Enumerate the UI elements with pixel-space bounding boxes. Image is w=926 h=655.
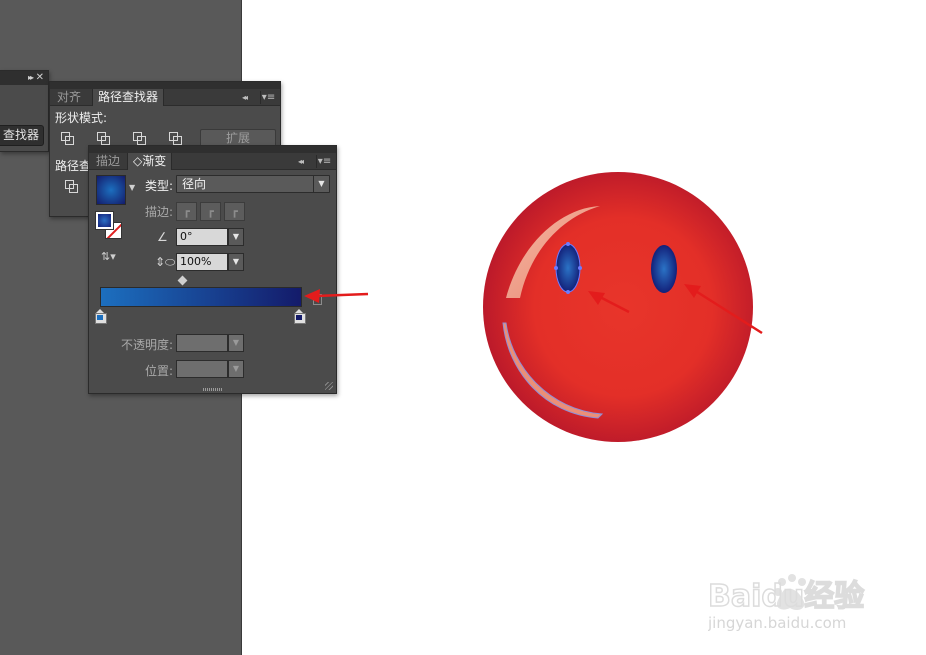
chevron-down-icon[interactable]: ▼ [313,176,329,192]
opacity-label: 不透明度: [120,338,173,352]
divide-icon[interactable] [64,180,80,194]
close-icon[interactable]: ✕ [36,71,44,85]
minus-front-icon[interactable] [96,132,112,146]
resize-grip-icon[interactable] [325,382,333,390]
tab-stroke[interactable]: 描边 [91,153,125,170]
chevron-down-icon: ▼ [228,360,244,378]
gradient-tabbar: 描边 ◇渐变 ◂◂ ▾≡ [89,153,336,170]
angle-icon: ∠ [157,230,168,244]
reverse-gradient-icon[interactable]: ⇅▾ [101,250,121,266]
panel-header[interactable]: ▸▸ ✕ [0,71,48,85]
aspect-ratio-input[interactable]: 100% ▼ [176,253,244,271]
tab-align[interactable]: 对齐 [52,89,86,106]
fill-gradient-icon[interactable] [95,211,114,230]
gradient-swatch[interactable] [96,175,126,205]
artboard-canvas[interactable] [243,0,926,655]
watermark-url: jingyan.baidu.com [708,614,846,632]
intersect-icon[interactable] [132,132,148,146]
stroke-label: 描边: [144,205,173,219]
chevron-down-icon[interactable]: ▼ [228,253,244,271]
pathfinder-collapsed-panel: ▸▸ ✕ 查找器 [0,70,49,152]
gradient-midpoint-diamond[interactable] [177,275,188,286]
aspect-ratio-value: 100% [180,255,212,268]
baidu-watermark: Baidu经验 jingyan.baidu.com [707,572,878,634]
chevron-down-icon[interactable]: ▼ [129,183,135,192]
collapse-icon[interactable]: ◂◂ [293,155,307,168]
gradient-stop-left[interactable] [95,309,107,324]
angle-input[interactable]: 0° ▼ [176,228,244,246]
chevron-down-icon[interactable]: ▼ [228,228,244,246]
stroke-gradient-along-icon[interactable]: ┏ [200,202,221,221]
location-label: 位置: [144,364,173,378]
tab-pathfinder[interactable]: 路径查找器 [92,89,165,106]
aspect-ratio-icon: ⇕⬭ [155,255,176,269]
baidu-logo-icon: Baidu经验 jingyan.baidu.com [707,574,865,632]
gradient-type-select[interactable]: 径向 ▼ [176,175,330,193]
gradient-stop-right[interactable] [294,309,306,324]
gradient-panel: 描边 ◇渐变 ◂◂ ▾≡ ▼ ⇅▾ 类型: 径向 ▼ 描边: ┏ ┏ ┏ ∠ 0… [88,145,337,394]
stroke-gradient-across-icon[interactable]: ┏ [224,202,245,221]
gradient-type-value: 径向 [182,177,207,191]
location-input: ▼ [176,360,244,378]
angle-value: 0° [180,230,193,243]
unite-icon[interactable] [60,132,76,146]
delete-stop-icon[interactable] [313,294,322,305]
collapse-icon[interactable]: ▸▸ [28,71,34,85]
pathfinder-button[interactable]: 查找器 [0,125,44,146]
tab-gradient[interactable]: ◇渐变 [127,153,173,170]
collapse-icon[interactable]: ◂◂ [237,91,251,104]
chevron-down-icon: ▼ [228,334,244,352]
shape-modes-label: 形状模式: [55,111,108,125]
pathfinder-tabbar: 对齐 路径查找器 ◂◂ ▾≡ [50,89,280,106]
gradient-slider[interactable] [100,287,302,307]
panel-grip[interactable] [89,146,336,153]
pathfinders-label: 路径查 [55,159,92,173]
panel-menu-icon[interactable]: ▾≡ [260,91,276,104]
watermark-title: Baidu经验 [708,579,864,614]
exclude-icon[interactable] [168,132,184,146]
panel-menu-icon[interactable]: ▾≡ [316,155,332,168]
panel-grip[interactable] [50,82,280,89]
opacity-input: ▼ [176,334,244,352]
fill-stroke-indicator[interactable] [95,211,126,240]
type-label: 类型: [144,179,173,193]
panel-bottom-grip[interactable] [203,388,223,391]
stroke-gradient-within-icon[interactable]: ┏ [176,202,197,221]
